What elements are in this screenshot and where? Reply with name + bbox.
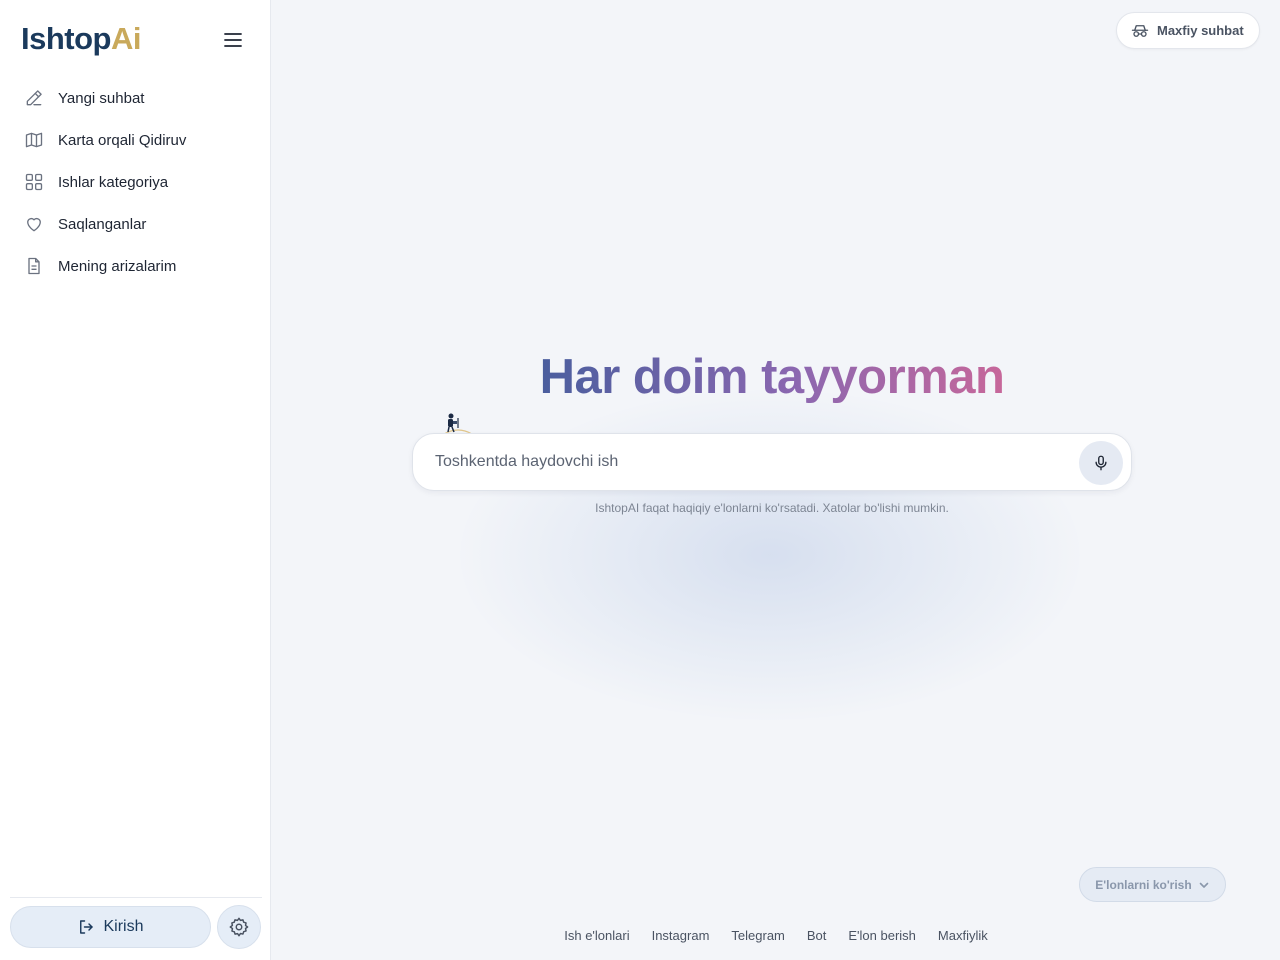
sidebar-nav: Yangi suhbat Karta orqali Qidiruv Ishlar… [10, 77, 262, 287]
login-button[interactable]: Kirish [10, 906, 211, 948]
voice-input-button[interactable] [1079, 441, 1123, 485]
hamburger-icon [224, 33, 242, 47]
sidebar-item-label: Karta orqali Qidiruv [58, 131, 187, 149]
footer-link-instagram[interactable]: Instagram [652, 928, 710, 943]
view-listings-label: E'lonlarni ko'rish [1095, 877, 1192, 892]
microphone-icon [1095, 455, 1107, 471]
map-icon [23, 129, 45, 151]
sidebar-item-saved[interactable]: Saqlanganlar [10, 203, 262, 245]
gear-icon [229, 917, 249, 937]
brand-logo-part2: Ai [111, 21, 142, 56]
login-label: Kirish [103, 918, 144, 935]
settings-button[interactable] [217, 905, 261, 949]
brand-logo[interactable]: IshtopAi [21, 20, 142, 58]
grid-icon [23, 171, 45, 193]
footer-link-privacy[interactable]: Maxfiylik [938, 928, 988, 943]
sidebar-item-label: Ishlar kategoriya [58, 173, 169, 191]
brand-logo-part1: Ishtop [21, 21, 112, 56]
sidebar-item-map-search[interactable]: Karta orqali Qidiruv [10, 119, 262, 161]
sidebar-item-label: Yangi suhbat [58, 89, 145, 107]
incognito-icon [1131, 24, 1149, 37]
heart-icon [23, 213, 45, 235]
view-listings-button[interactable]: E'lonlarni ko'rish [1079, 867, 1226, 902]
sidebar-item-my-applications[interactable]: Mening arizalarim [10, 245, 262, 287]
footer-link-bot[interactable]: Bot [807, 928, 827, 943]
chevron-down-icon [1199, 882, 1209, 888]
pencil-icon [23, 87, 45, 109]
document-icon [23, 255, 45, 277]
search-input[interactable] [435, 434, 1055, 490]
footer-link-telegram[interactable]: Telegram [731, 928, 784, 943]
menu-toggle-button[interactable] [221, 28, 245, 52]
footer-link-job-listings[interactable]: Ish e'lonlari [564, 928, 629, 943]
search-bar [412, 433, 1132, 491]
private-chat-button[interactable]: Maxfiy suhbat [1116, 12, 1260, 49]
sidebar-item-new-chat[interactable]: Yangi suhbat [10, 77, 262, 119]
footer-link-post-ad[interactable]: E'lon berish [848, 928, 916, 943]
footer-links: Ish e'lonlari Instagram Telegram Bot E'l… [272, 928, 1280, 943]
sidebar-item-label: Saqlanganlar [58, 215, 147, 233]
sidebar-item-label: Mening arizalarim [58, 257, 177, 275]
disclaimer-text: IshtopAI faqat haqiqiy e'lonlarni ko'rsa… [595, 501, 949, 515]
hero-title-text: Har doim tayyorman [539, 350, 1005, 404]
sidebar: IshtopAi Yangi suhbat Karta orqali Qidir… [0, 0, 271, 960]
sidebar-footer: Kirish [10, 897, 262, 949]
login-icon [80, 920, 94, 934]
hero-title: Har doim tayyorman [412, 347, 1132, 407]
sidebar-item-categories[interactable]: Ishlar kategoriya [10, 161, 262, 203]
private-chat-label: Maxfiy suhbat [1157, 23, 1244, 38]
